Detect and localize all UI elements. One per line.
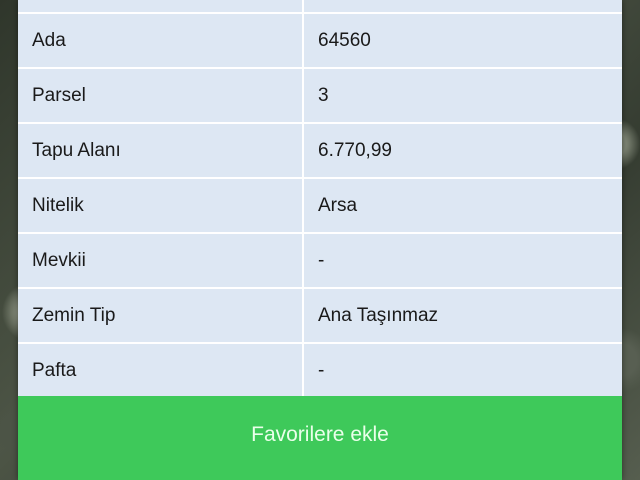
table-row-pafta: Pafta - bbox=[18, 342, 622, 397]
row-label: Parsel bbox=[18, 67, 304, 123]
parcel-info-table: Ada 64560 Parsel 3 Tapu Alanı 6.770,99 N… bbox=[18, 12, 622, 397]
table-row-parsel: Parsel 3 bbox=[18, 67, 622, 123]
table-row-tapu-alani: Tapu Alanı 6.770,99 bbox=[18, 122, 622, 178]
row-value: - bbox=[303, 342, 622, 397]
table-row-zemin-tip: Zemin Tip Ana Taşınmaz bbox=[18, 287, 622, 343]
row-label: Pafta bbox=[18, 342, 304, 397]
row-value: Arsa bbox=[303, 177, 622, 233]
row-value: 64560 bbox=[303, 12, 622, 68]
row-label: Tapu Alanı bbox=[18, 122, 304, 178]
table-row-nitelik: Nitelik Arsa bbox=[18, 177, 622, 233]
previous-row-edge bbox=[18, 0, 622, 12]
row-value: Ana Taşınmaz bbox=[303, 287, 622, 343]
row-value: 6.770,99 bbox=[303, 122, 622, 178]
row-label: Ada bbox=[18, 12, 304, 68]
column-divider bbox=[302, 0, 304, 12]
row-label: Zemin Tip bbox=[18, 287, 304, 343]
parcel-info-panel: Ada 64560 Parsel 3 Tapu Alanı 6.770,99 N… bbox=[18, 0, 622, 480]
row-label: Mevkii bbox=[18, 232, 304, 288]
row-label: Nitelik bbox=[18, 177, 304, 233]
row-value: - bbox=[303, 232, 622, 288]
table-row-mevkii: Mevkii - bbox=[18, 232, 622, 288]
row-value: 3 bbox=[303, 67, 622, 123]
add-to-favorites-button[interactable]: Favorilere ekle bbox=[18, 396, 622, 480]
table-row-ada: Ada 64560 bbox=[18, 12, 622, 68]
